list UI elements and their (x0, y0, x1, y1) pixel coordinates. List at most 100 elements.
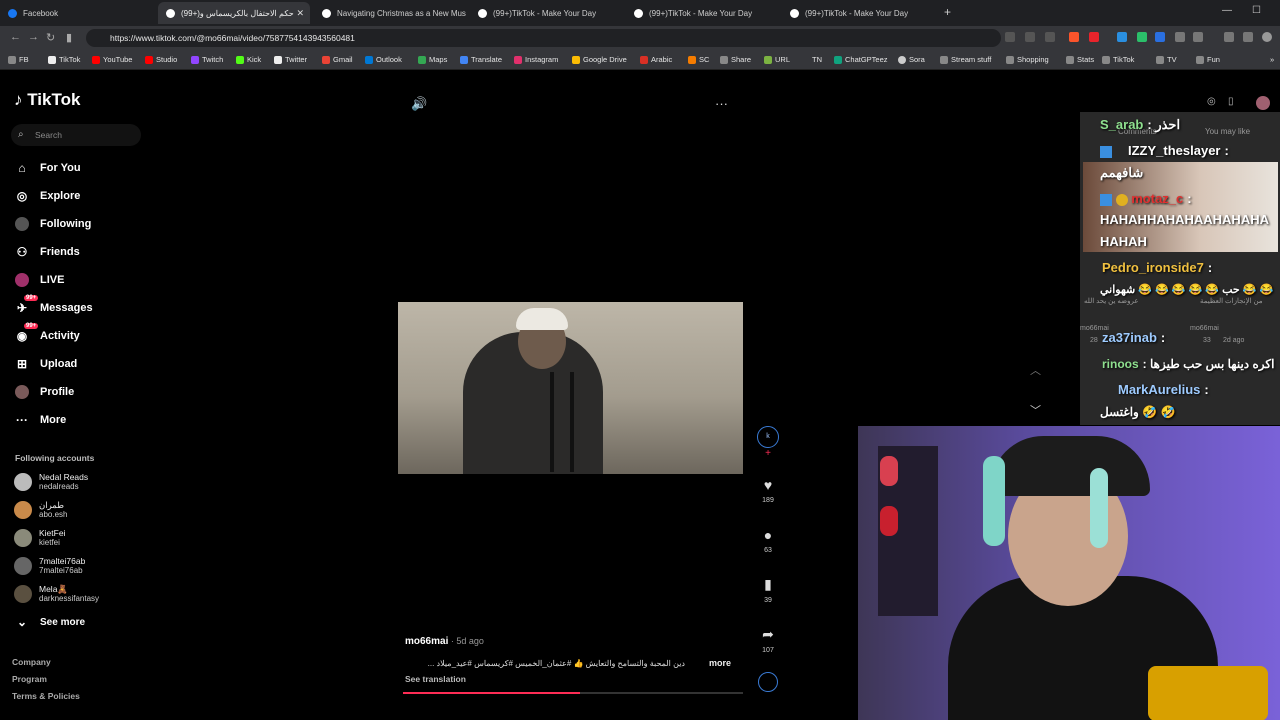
bookmark-item[interactable]: Fun (1196, 55, 1220, 64)
compass-icon[interactable]: ◎ (1207, 96, 1216, 107)
extension-icon[interactable] (1089, 32, 1099, 42)
follow-plus-icon[interactable]: + (752, 448, 784, 459)
avatar (14, 501, 32, 519)
sidebar-item-upload[interactable]: ⊞ Upload (14, 353, 77, 375)
bookmark-item[interactable]: Outlook (365, 55, 402, 64)
see-translation-link[interactable]: See translation (405, 674, 466, 684)
following-account[interactable]: Nedal Reads nedalreads (14, 472, 88, 492)
tab-active[interactable]: (99+)حكم الاحتفال بالكريسماس و ✕ (158, 2, 310, 24)
bookmark-item[interactable]: Gmail (322, 55, 353, 64)
download-icon[interactable] (1224, 32, 1234, 42)
bookmark-item[interactable]: Kick (236, 55, 261, 64)
maximize-icon[interactable]: ☐ (1252, 5, 1261, 16)
sidebar-item-following[interactable]: Following (14, 213, 91, 235)
tiktok-note-icon: ♪ (14, 90, 23, 109)
bookmark-item[interactable]: TikTok (48, 55, 80, 64)
forward-icon[interactable]: → (28, 31, 39, 43)
avatar[interactable] (1256, 96, 1270, 110)
see-more-button[interactable]: ⌄ See more (14, 611, 85, 633)
video-player[interactable] (398, 302, 743, 474)
bookmark-item[interactable]: TV (1156, 55, 1177, 64)
bookmark-item[interactable]: YouTube (92, 55, 132, 64)
following-account[interactable]: طمران abo.esh (14, 500, 67, 520)
close-tab-icon[interactable]: ✕ (296, 8, 304, 19)
bookmark-item[interactable]: Instagram (514, 55, 558, 64)
like-button[interactable]: ♥ 189 (752, 477, 784, 504)
volume-icon[interactable]: 🔊 (411, 96, 427, 112)
extension-icon[interactable] (1045, 32, 1055, 42)
music-disc[interactable] (752, 672, 784, 692)
footer-link[interactable]: Company (12, 657, 51, 667)
phone-icon[interactable]: ▯ (1228, 96, 1234, 107)
next-video-icon[interactable]: ﹀ (1030, 402, 1041, 418)
search-input[interactable]: ⌕ Search (11, 124, 141, 146)
tab-tiktok-2[interactable]: (99+)TikTok - Make Your Day (626, 2, 778, 24)
url-input[interactable]: https://www.tiktok.com/@mo66mai/video/75… (86, 29, 1001, 47)
bookmark-item[interactable]: TikTok (1102, 55, 1134, 64)
chevron-down-icon: ⌄ (16, 615, 28, 629)
tiktok-logo[interactable]: ♪ TikTok (14, 90, 80, 110)
video-author[interactable]: mo66mai · 5d ago (405, 636, 484, 647)
following-account[interactable]: 7maltei76ab 7maltei76ab (14, 556, 85, 576)
bookmark-item[interactable]: ChatGPTeez (834, 55, 888, 64)
bookmark-item[interactable]: Studio (145, 55, 177, 64)
extension-icon[interactable] (1155, 32, 1165, 42)
comment-count: 63 (764, 547, 772, 554)
sidebar-item-profile[interactable]: Profile (14, 381, 74, 403)
back-icon[interactable]: ← (10, 31, 21, 43)
profile-avatar-icon[interactable] (1262, 32, 1272, 42)
footer-link[interactable]: Program (12, 674, 47, 684)
more-options-icon[interactable]: ··· (715, 96, 728, 111)
tab-facebook[interactable]: Facebook (0, 2, 152, 24)
sidebar-item-friends[interactable]: ⚇ Friends (14, 241, 80, 263)
save-button[interactable]: ▮ 39 (752, 576, 784, 604)
tab-tiktok-1[interactable]: (99+)TikTok - Make Your Day (470, 2, 622, 24)
bookmark-item[interactable]: Translate (460, 55, 502, 64)
bookmarks-overflow-icon[interactable]: » (1270, 55, 1274, 64)
bookmark-item[interactable]: FB (8, 55, 29, 64)
bookmark-item[interactable]: Twitter (274, 55, 307, 64)
bookmark-item[interactable]: Twitch (191, 55, 223, 64)
share-button[interactable]: ➦ 107 (752, 626, 784, 654)
tab-navigating[interactable]: Navigating Christmas as a New Musl (314, 2, 466, 24)
minimize-icon[interactable]: — (1222, 5, 1232, 16)
new-tab-icon[interactable]: + (944, 5, 951, 19)
sidebar-item-live[interactable]: LIVE (14, 269, 64, 291)
sidebar-item-messages[interactable]: ✈ 99+ Messages (14, 295, 93, 319)
bookmark-icon[interactable]: ▮ (66, 31, 72, 44)
extension-icon[interactable] (1005, 32, 1015, 42)
bookmark-item[interactable]: Google Drive (572, 55, 627, 64)
bookmark-item[interactable]: Stream stuff (940, 55, 991, 64)
previous-video-icon[interactable]: ︿ (1030, 362, 1041, 378)
sidebar-item-for-you[interactable]: ⌂ For You (14, 157, 80, 179)
sidebar-item-more[interactable]: ··· More (14, 409, 66, 431)
extensions-puzzle-icon[interactable] (1175, 32, 1185, 42)
extension-icon[interactable] (1117, 32, 1127, 42)
caption-more-button[interactable]: more (709, 658, 731, 668)
extension-icon[interactable] (1025, 32, 1035, 42)
video-progress-bar[interactable] (403, 692, 743, 694)
bookmark-item[interactable]: Maps (418, 55, 447, 64)
bookmark-item[interactable]: URL (764, 55, 790, 64)
bookmark-item[interactable]: Share (720, 55, 751, 64)
comment-button[interactable]: ● 63 (752, 527, 784, 554)
bookmark-item[interactable]: Shopping (1006, 55, 1049, 64)
bookmark-item[interactable]: Arabic (640, 55, 672, 64)
tab-tiktok-3[interactable]: (99+)TikTok - Make Your Day (782, 2, 934, 24)
sidebar-item-activity[interactable]: ◉ 99+ Activity (14, 323, 80, 347)
following-account[interactable]: KietFei kietfei (14, 528, 65, 548)
extension-icon[interactable] (1137, 32, 1147, 42)
following-account[interactable]: Mela🧸 darknessifantasy (14, 584, 99, 604)
footer-link[interactable]: Terms & Policies (12, 691, 80, 701)
sidebar-icon[interactable] (1193, 32, 1203, 42)
media-icon[interactable] (1243, 32, 1253, 42)
bookmark-item[interactable]: SC (688, 55, 709, 64)
reload-icon[interactable]: ↻ (46, 31, 55, 44)
creator-avatar[interactable]: k + (752, 426, 784, 459)
bookmark-item[interactable]: Stats (1066, 55, 1094, 64)
bookmark-item[interactable]: Sora (898, 55, 925, 64)
profile-icon (14, 384, 30, 400)
sidebar-item-explore[interactable]: ◎ Explore (14, 185, 81, 207)
bookmark-item[interactable]: TN (812, 55, 822, 64)
brave-icon[interactable] (1069, 32, 1079, 42)
